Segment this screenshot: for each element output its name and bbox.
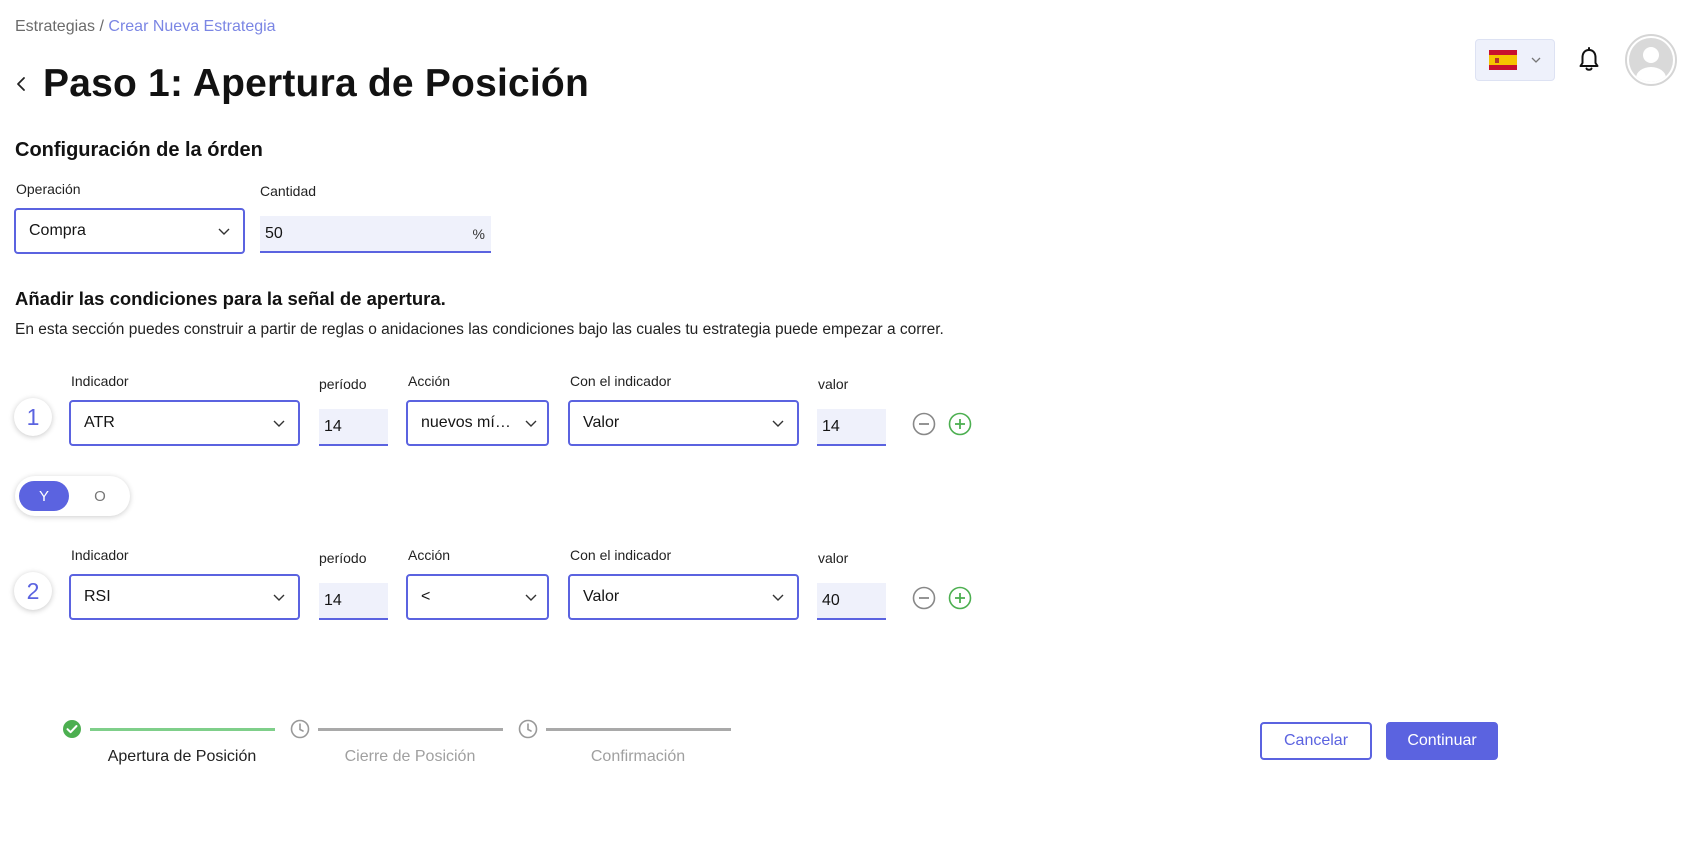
step-connector-1 [90,728,275,731]
action-label: Acción [408,373,451,389]
action-select-1[interactable]: nuevos míni... [406,400,549,446]
compare-value-2: Valor [583,588,620,605]
chevron-down-icon [273,594,285,601]
value-input-2[interactable]: 40 [817,583,886,620]
quantity-label: Cantidad [260,183,317,199]
value-label: valor [818,376,849,392]
period-label: período [319,550,367,566]
period-input-2[interactable]: 14 [319,583,388,620]
clock-icon [290,719,310,739]
chevron-down-icon [525,420,537,427]
quantity-input[interactable]: 50 % [260,216,491,253]
action-label: Acción [408,547,451,563]
chevron-down-icon [218,228,230,235]
step-connector-2 [318,728,503,731]
breadcrumb: Estrategias / Crear Nueva Estrategia [15,18,276,36]
top-bar [1475,34,1677,86]
indicator-label: Indicador [71,547,129,563]
breadcrumb-parent[interactable]: Estrategias [15,18,95,35]
period-value-2: 14 [324,591,342,609]
user-avatar-icon [1629,38,1673,82]
clock-icon [518,719,538,739]
period-value-1: 14 [324,417,342,435]
action-value-1: nuevos míni... [421,414,517,431]
add-condition-icon[interactable] [947,411,973,437]
avatar[interactable] [1625,34,1677,86]
compare-select-1[interactable]: Valor [568,400,799,446]
percent-suffix: % [472,225,485,242]
chevron-down-icon [772,594,784,601]
compare-label: Con el indicador [570,547,672,563]
toggle-or[interactable]: O [75,481,125,511]
value-value-1: 14 [822,417,840,435]
step-label-2: Cierre de Posición [344,748,476,765]
action-value-2: < [421,588,431,605]
quantity-value: 50 [265,224,283,242]
conditions-description: En esta sección puedes construir a parti… [15,321,944,338]
check-circle-icon [63,720,81,738]
toggle-and[interactable]: Y [19,481,69,511]
compare-label: Con el indicador [570,373,672,389]
add-condition-icon[interactable] [947,585,973,611]
indicator-select-2[interactable]: RSI [69,574,300,620]
operation-value: Compra [29,222,86,239]
step-connector-3 [546,728,731,731]
value-input-1[interactable]: 14 [817,409,886,446]
breadcrumb-separator: / [95,18,109,35]
condition-number-2: 2 [14,572,52,610]
operation-label: Operación [16,181,81,197]
remove-condition-icon[interactable] [911,411,937,437]
indicator-label: Indicador [71,373,129,389]
value-value-2: 40 [822,591,840,609]
value-label: valor [818,550,849,566]
indicator-select-1[interactable]: ATR [69,400,300,446]
compare-value-1: Valor [583,414,620,431]
period-label: período [319,376,367,392]
conditions-title: Añadir las condiciones para la señal de … [15,288,446,309]
step-label-3: Confirmación [590,748,686,765]
page-title: Paso 1: Apertura de Posición [43,62,589,105]
continue-button[interactable]: Continuar [1386,722,1498,760]
breadcrumb-current[interactable]: Crear Nueva Estrategia [108,18,275,35]
spain-flag-icon [1489,50,1517,70]
indicator-value-1: ATR [84,414,115,431]
chevron-down-icon [525,594,537,601]
logic-toggle: Y O [15,476,130,516]
chevron-down-icon [772,420,784,427]
period-input-1[interactable]: 14 [319,409,388,446]
chevron-down-icon [273,420,285,427]
cancel-button[interactable]: Cancelar [1260,722,1372,760]
title-row: Paso 1: Apertura de Posición [15,62,589,106]
compare-select-2[interactable]: Valor [568,574,799,620]
action-select-2[interactable]: < [406,574,549,620]
condition-number-1: 1 [14,398,52,436]
indicator-value-2: RSI [84,588,111,605]
step-label-1: Apertura de Posición [107,748,257,765]
back-arrow-icon[interactable] [15,64,37,104]
chevron-down-icon [1531,57,1541,63]
bell-icon[interactable] [1575,45,1603,75]
operation-select[interactable]: Compra [14,208,245,254]
order-config-title: Configuración de la órden [15,139,263,161]
language-selector[interactable] [1475,39,1555,81]
remove-condition-icon[interactable] [911,585,937,611]
